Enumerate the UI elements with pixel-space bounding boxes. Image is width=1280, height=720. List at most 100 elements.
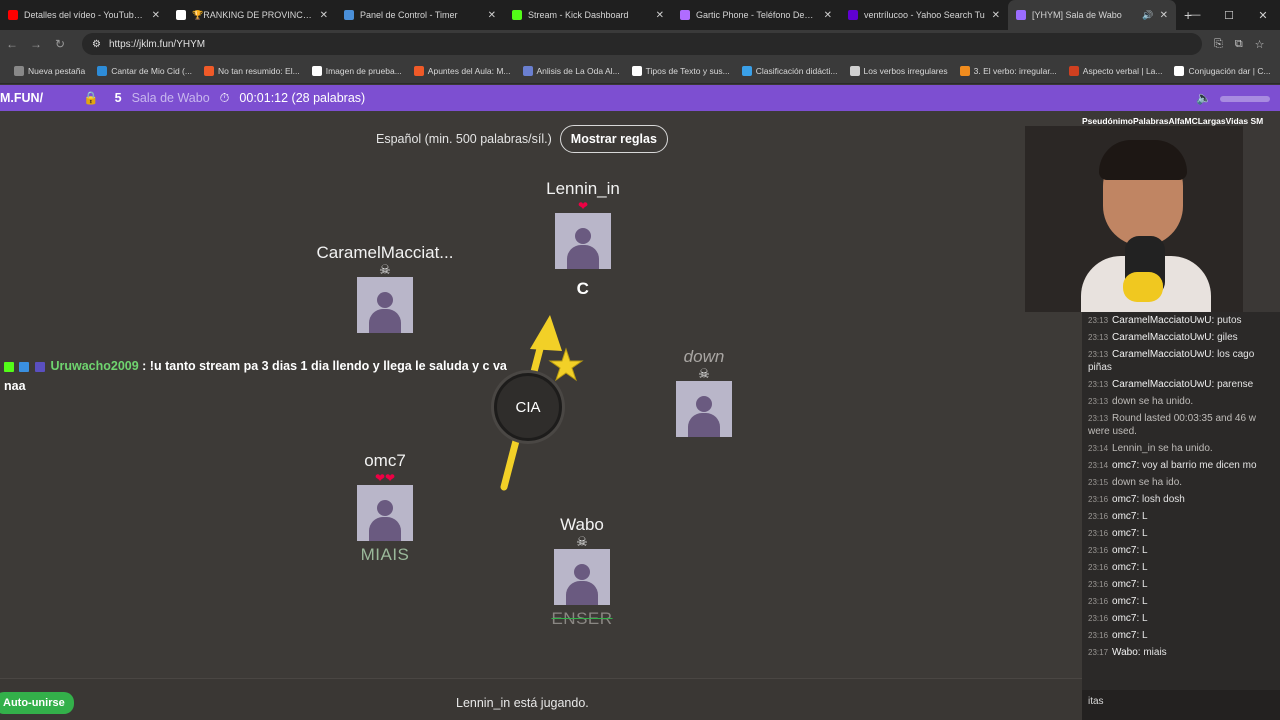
close-tab-icon[interactable]: ✕ (488, 10, 496, 21)
bookmark-item[interactable]: Anlisis de La Oda Al... (522, 65, 620, 76)
chat-author[interactable]: CaramelMacciatoUwU: (1112, 332, 1214, 343)
player-word: MIAIS (360, 545, 410, 564)
chat-message: 23:16 omc7: L (1082, 627, 1280, 644)
chat-message: 23:13 Round lasted 00:03:35 and 46 w were… (1082, 410, 1280, 440)
game-header: M.FUN/ 🔒 5 Sala de Wabo ⏱ 00:01:12 (28 p… (0, 85, 1280, 111)
show-rules-button[interactable]: Mostrar reglas (559, 125, 668, 153)
chat-message: 23:13 CaramelMacciatoUwU: los cago piñas (1082, 346, 1280, 376)
player-avatar (555, 213, 611, 269)
browser-tab[interactable]: Gartic Phone - Teléfono Desco ✕ (672, 0, 840, 30)
browser-tab[interactable]: Detalles del vídeo - YouTube St ✕ (0, 0, 168, 30)
bookmark-item[interactable]: Tipos de Texto y sus... (631, 65, 730, 76)
chat-time: 23:13 (1088, 414, 1109, 423)
chat-author[interactable]: omc7: (1112, 545, 1139, 556)
site-brand[interactable]: M.FUN/ (0, 91, 43, 105)
bookmark-item[interactable]: Imagen de prueba... (311, 65, 402, 76)
chat-text: L (1142, 613, 1148, 624)
forward-icon[interactable]: → (24, 37, 48, 51)
close-tab-icon[interactable]: ✕ (824, 10, 832, 21)
close-window-icon[interactable]: ✕ (1246, 9, 1280, 22)
chat-time: 23:16 (1088, 512, 1109, 521)
tab-favicon-icon (344, 10, 354, 20)
site-info-icon[interactable]: ⚙ (92, 39, 101, 50)
tab-title: Stream - Kick Dashboard (528, 10, 629, 20)
heart-icon: ❤❤ (374, 471, 396, 485)
bookmark-item[interactable]: Cantar de Mio Cid (... (97, 65, 192, 76)
bookmark-label: Los verbos irregulares (863, 65, 948, 76)
volume-icon[interactable]: 🔈 (1196, 91, 1212, 106)
browser-tab[interactable]: 🏆RANKING DE PROVINCIAS a ✕ (168, 0, 336, 30)
bookmark-item[interactable]: Conjugación dar | C... (1174, 65, 1271, 76)
bookmark-favicon-icon (741, 65, 752, 76)
chat-author[interactable]: omc7: (1112, 460, 1139, 471)
bookmark-item[interactable]: No tan resumido: El... (203, 65, 300, 76)
chat-author[interactable]: CaramelMacciatoUwU: (1112, 349, 1214, 360)
chat-message: 23:16 omc7: L (1082, 525, 1280, 542)
browser-tab[interactable]: ventrílucoo - Yahoo Search Tu ✕ (840, 0, 1008, 30)
chat-time: 23:13 (1088, 380, 1109, 389)
webcam-feed (1025, 126, 1243, 312)
bookmark-item[interactable]: Clasificación didácti... (741, 65, 838, 76)
chat-input[interactable]: itas (1082, 690, 1280, 720)
close-tab-icon[interactable]: ✕ (1160, 10, 1168, 21)
chat-author[interactable]: omc7: (1112, 528, 1139, 539)
close-tab-icon[interactable]: ✕ (656, 10, 664, 21)
bookmark-label: Apuntes del Aula: M... (427, 65, 511, 76)
chat-time: 23:13 (1088, 397, 1109, 406)
audio-icon[interactable]: 🔊 (1142, 10, 1153, 21)
player-caramel: CaramelMacciat... ☠ (305, 243, 465, 333)
tab-favicon-icon (176, 10, 186, 20)
bookmark-item[interactable]: 3. El verbo: irregular... (959, 65, 1057, 76)
chat-author[interactable]: omc7: (1112, 494, 1139, 505)
reload-icon[interactable]: ↻ (48, 37, 72, 51)
chat-text: L (1142, 630, 1148, 641)
syllable-text: CIA (515, 398, 541, 416)
translate-icon[interactable]: ⎘ (1214, 38, 1223, 51)
bookmark-item[interactable]: Los verbos irregulares (849, 65, 948, 76)
overlay-chat-message: Uruwacho2009 : !u tanto stream pa 3 dias… (4, 356, 524, 396)
room-chat: 23:13 CaramelMacciatoUwU: putos 23:13 Caram… (1082, 312, 1280, 690)
chat-author[interactable]: omc7: (1112, 562, 1139, 573)
auto-join-button[interactable]: Auto-unirse (0, 692, 74, 714)
volume-slider[interactable] (1220, 95, 1270, 102)
bookmark-favicon-icon (522, 65, 533, 76)
tab-favicon-icon (680, 10, 690, 20)
chat-author[interactable]: Wabo: (1112, 647, 1141, 658)
chat-author[interactable]: omc7: (1112, 630, 1139, 641)
bookmark-item[interactable]: Aspecto verbal | La... (1068, 65, 1162, 76)
bookmark-item[interactable]: Nueva pestaña (14, 65, 85, 76)
chat-message: 23:16 omc7: L (1082, 508, 1280, 525)
bookmark-label: Clasificación didácti... (755, 65, 838, 76)
chat-text: miais (1143, 647, 1167, 658)
chat-message: 23:13 down se ha unido. (1082, 393, 1280, 410)
close-tab-icon[interactable]: ✕ (992, 10, 1000, 21)
close-tab-icon[interactable]: ✕ (152, 10, 160, 21)
chat-author[interactable]: omc7: (1112, 596, 1139, 607)
chat-author[interactable]: omc7: (1112, 613, 1139, 624)
chat-author[interactable]: CaramelMacciatoUwU: (1112, 379, 1214, 390)
browser-tab[interactable]: [YHYM] Sala de Wabo 🔊 ✕ (1008, 0, 1176, 30)
bookmark-favicon-icon (97, 65, 108, 76)
chat-message: 23:16 omc7: L (1082, 559, 1280, 576)
chat-text: parense (1217, 379, 1254, 390)
chat-author[interactable]: omc7: (1112, 579, 1139, 590)
close-tab-icon[interactable]: ✕ (320, 10, 328, 21)
minimize-icon[interactable]: — (1178, 9, 1212, 21)
install-icon[interactable]: ⧉ (1235, 38, 1243, 51)
player-name: omc7 (364, 451, 406, 470)
url-input[interactable]: ⚙ https://jklm.fun/YHYM (82, 33, 1202, 55)
browser-tab-bar: Detalles del vídeo - YouTube St ✕ 🏆RANKING… (0, 0, 1280, 30)
bookmark-star-icon[interactable]: ☆ (1255, 38, 1265, 51)
browser-tab[interactable]: Panel de Control - Timer ✕ (336, 0, 504, 30)
chat-time: 23:16 (1088, 529, 1109, 538)
chat-text: giles (1217, 332, 1238, 343)
maximize-icon[interactable]: ☐ (1212, 9, 1246, 22)
browser-tab[interactable]: Stream - Kick Dashboard ✕ (504, 0, 672, 30)
back-icon[interactable]: ← (0, 37, 24, 51)
bookmark-favicon-icon (1068, 65, 1079, 76)
bookmark-label: Imagen de prueba... (325, 65, 402, 76)
chat-author[interactable]: CaramelMacciatoUwU: (1112, 315, 1214, 326)
bookmark-item[interactable]: Apuntes del Aula: M... (413, 65, 511, 76)
tab-favicon-icon (848, 10, 858, 20)
chat-author[interactable]: omc7: (1112, 511, 1139, 522)
